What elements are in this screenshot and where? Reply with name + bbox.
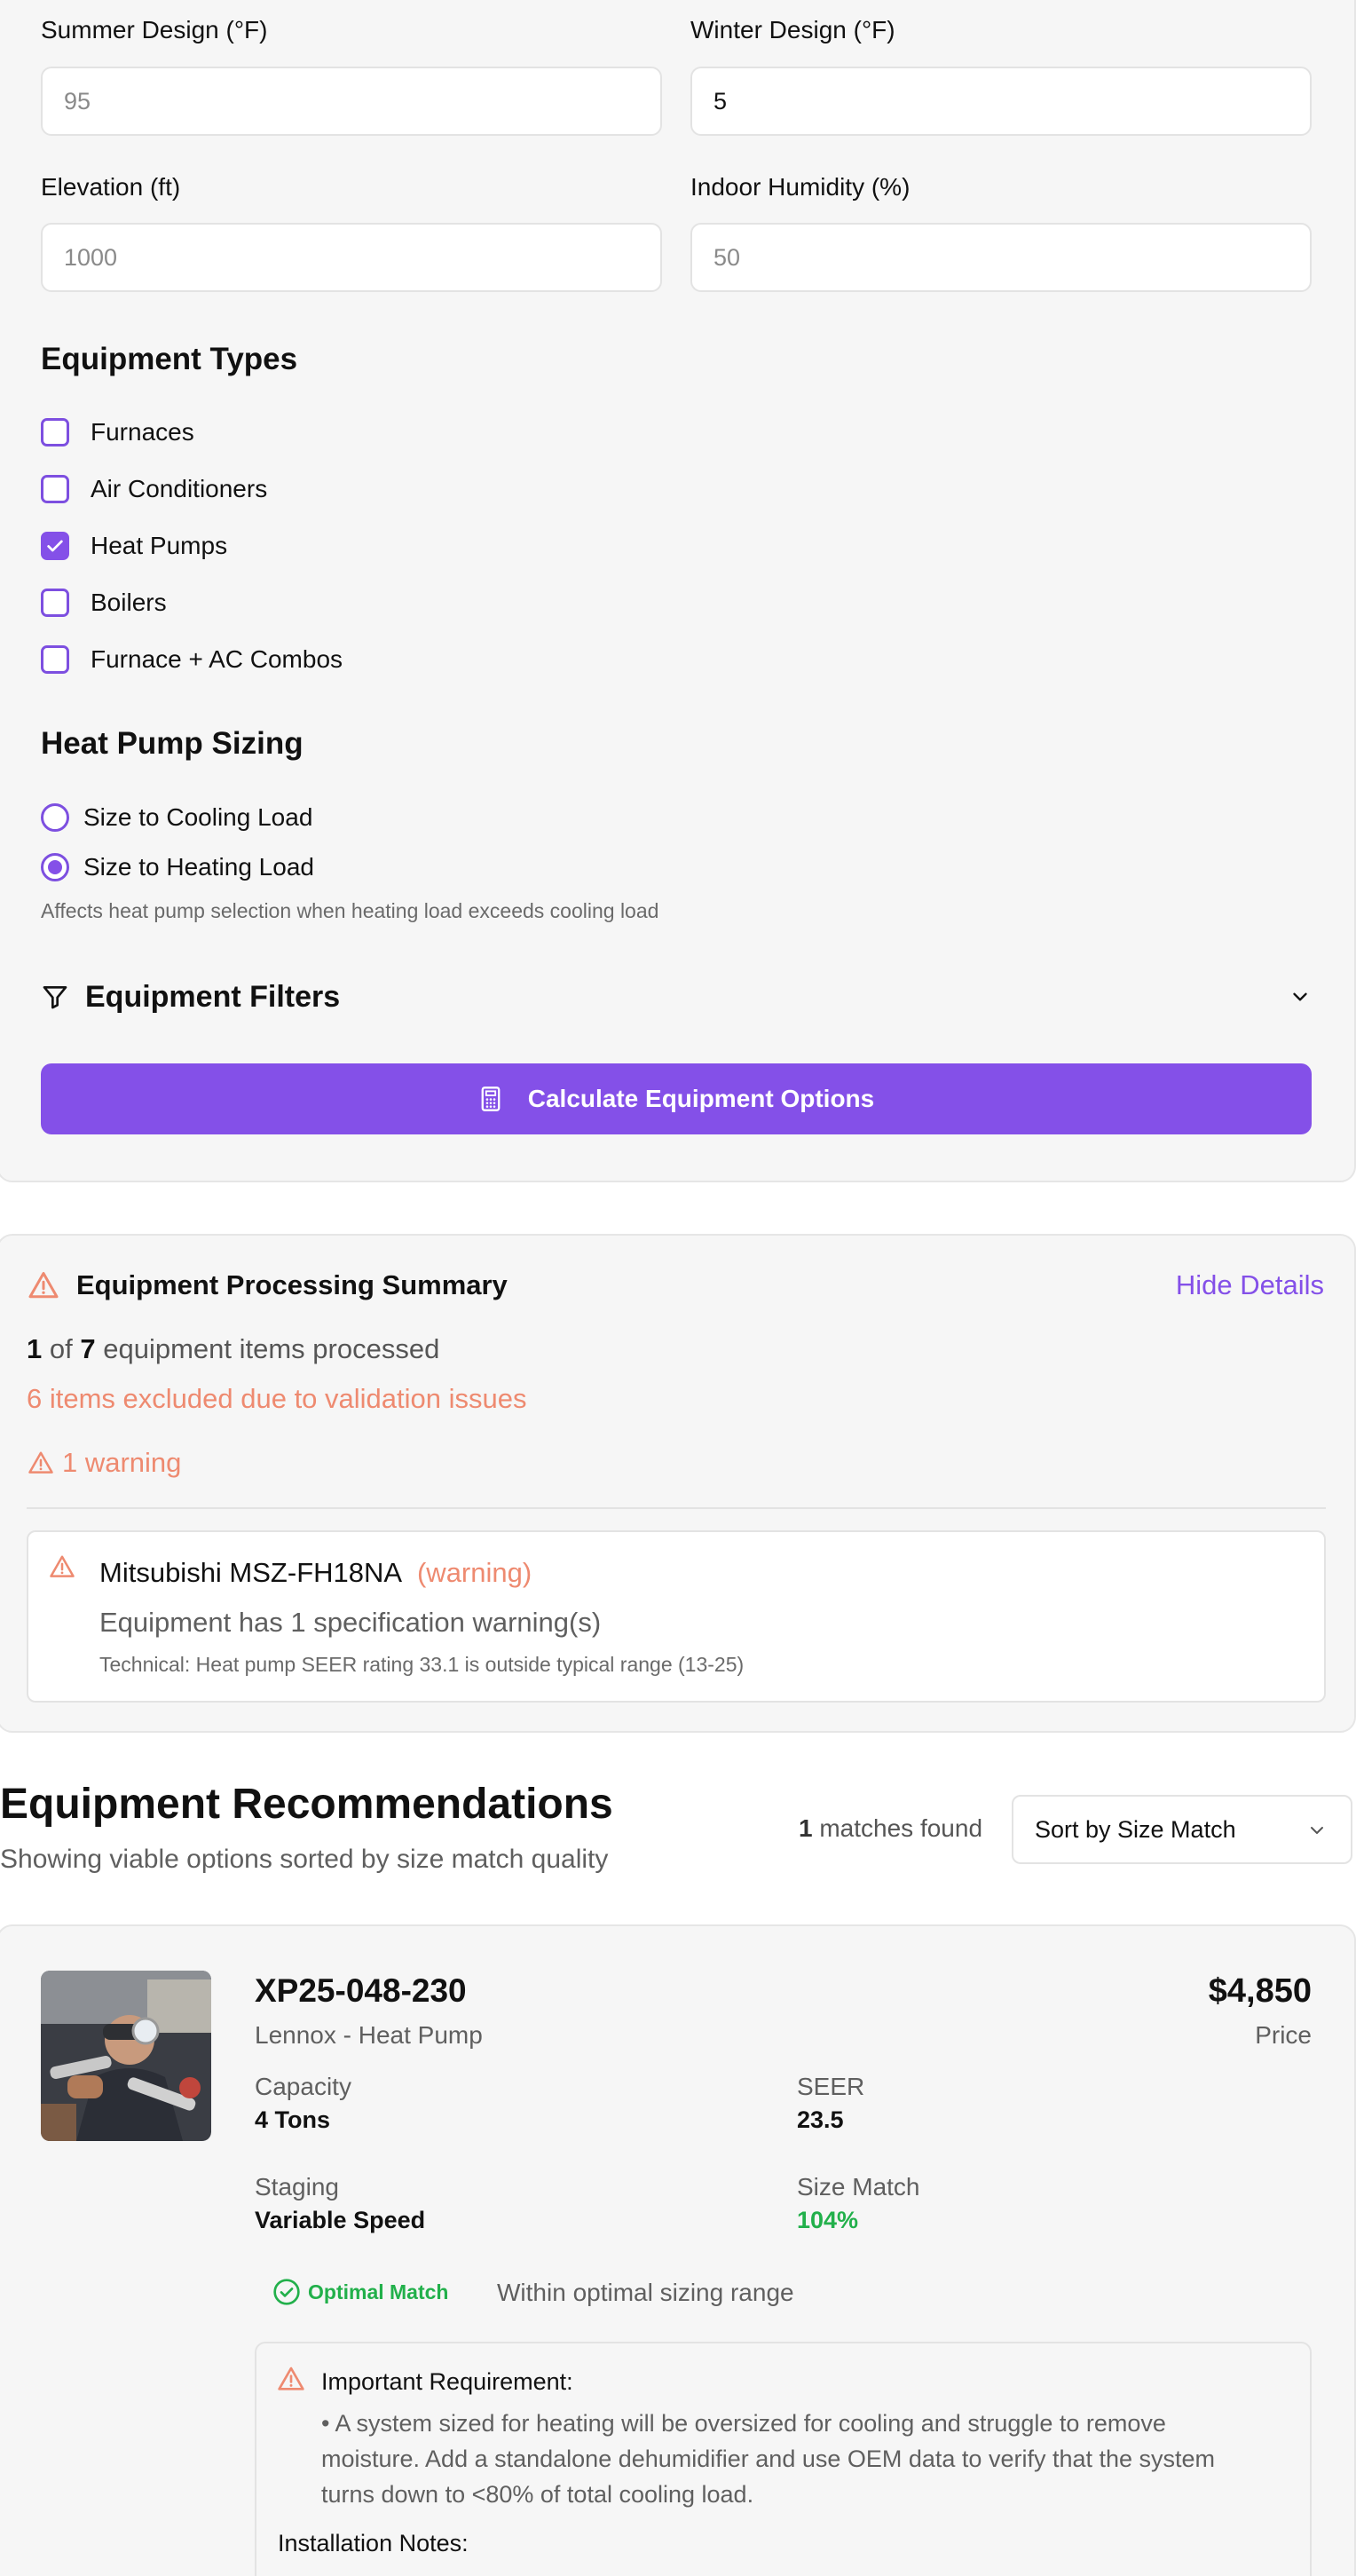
requirement-text: • A system sized for heating will be ove… — [321, 2410, 1216, 2508]
matches-label: matches found — [819, 1814, 983, 1842]
checkbox-furnace-ac-combos[interactable]: Furnace + AC Combos — [41, 642, 343, 677]
product-brand-type: Lennox - Heat Pump — [255, 2021, 483, 2049]
size-match-value: 104% — [797, 2207, 859, 2233]
installation-notes-title: Installation Notes: — [278, 2530, 469, 2556]
warning-count-text: 1 warning — [62, 1447, 182, 1478]
product-price: $4,850 — [1208, 1972, 1312, 2010]
equipment-filters-title: Equipment Filters — [85, 979, 341, 1014]
filter-icon — [43, 986, 67, 1009]
calculator-icon — [481, 1087, 501, 1111]
checkbox-heat-pumps[interactable]: Heat Pumps — [41, 528, 227, 564]
optimal-match-label: Optimal Match — [308, 2280, 449, 2303]
calculate-equipment-button[interactable]: Calculate Equipment Options — [41, 1063, 1312, 1134]
excluded-items-text: 6 items excluded due to validation issue… — [27, 1383, 527, 1414]
matches-found: 1 matches found — [799, 1814, 982, 1843]
indoor-humidity-input[interactable]: 50 — [690, 223, 1312, 292]
winter-design-input[interactable]: 5 — [690, 67, 1312, 136]
processed-of: of — [49, 1333, 73, 1364]
calculate-button-label: Calculate Equipment Options — [527, 1085, 875, 1112]
staging-value: Variable Speed — [255, 2207, 426, 2233]
checkbox-label: Boilers — [91, 589, 167, 616]
check-icon — [47, 540, 63, 552]
checkbox-box[interactable] — [41, 475, 69, 503]
summer-design-label: Summer Design (°F) — [41, 16, 268, 43]
warning-item-tag: (warning) — [416, 1557, 532, 1588]
radio-label: Size to Heating Load — [83, 853, 314, 881]
check-circle-icon — [273, 2279, 300, 2305]
radio-size-to-heating[interactable]: Size to Heating Load — [41, 849, 314, 885]
summary-divider — [27, 1507, 1326, 1509]
size-match-label: Size Match — [797, 2173, 920, 2201]
checkbox-box[interactable] — [41, 418, 69, 446]
processed-count: 1 — [27, 1333, 43, 1364]
processed-line: 1 of 7 equipment items processed — [27, 1333, 439, 1365]
warning-triangle-icon — [28, 1451, 53, 1474]
optimal-match-description: Within optimal sizing range — [497, 2279, 794, 2306]
checkbox-boilers[interactable]: Boilers — [41, 585, 167, 620]
warning-triangle-icon — [278, 2367, 304, 2390]
warning-triangle-icon — [28, 1272, 59, 1299]
equipment-filters-toggle[interactable]: Equipment Filters — [41, 975, 1312, 1019]
checkbox-label: Air Conditioners — [91, 475, 268, 502]
checkbox-air-conditioners[interactable]: Air Conditioners — [41, 471, 267, 507]
requirement-title: Important Requirement: — [321, 2368, 573, 2395]
staging-label: Staging — [255, 2173, 339, 2201]
capacity-value: 4 Tons — [255, 2106, 331, 2133]
product-model: XP25-048-230 — [255, 1972, 467, 2009]
chevron-down-icon — [1311, 1827, 1323, 1834]
radio-size-to-cooling[interactable]: Size to Cooling Load — [41, 800, 312, 835]
optimal-match-badge: Optimal Match — [272, 2278, 448, 2306]
warning-triangle-icon — [50, 1555, 75, 1577]
warning-item-header: Mitsubishi MSZ-FH18NA (warning) — [99, 1557, 532, 1589]
matches-count: 1 — [799, 1814, 813, 1842]
recommendations-title: Equipment Recommendations — [0, 1781, 613, 1828]
checkbox-box[interactable] — [41, 589, 69, 617]
elevation-label: Elevation (ft) — [41, 173, 181, 201]
chevron-down-icon[interactable] — [1289, 985, 1312, 1008]
warning-item-detail: Technical: Heat pump SEER rating 33.1 is… — [99, 1653, 745, 1676]
indoor-humidity-label: Indoor Humidity (%) — [690, 173, 911, 201]
seer-value: 23.5 — [797, 2106, 844, 2133]
summary-title: Equipment Processing Summary — [76, 1269, 508, 1300]
capacity-label: Capacity — [255, 2073, 351, 2100]
sizing-hint: Affects heat pump selection when heating… — [41, 899, 659, 922]
equipment-types-heading: Equipment Types — [41, 342, 298, 376]
checkbox-furnaces[interactable]: Furnaces — [41, 415, 194, 450]
sort-select[interactable]: Sort by Size Match — [1012, 1795, 1352, 1864]
summer-design-input[interactable]: 95 — [41, 67, 662, 136]
seer-label: SEER — [797, 2073, 865, 2100]
total-count: 7 — [80, 1333, 96, 1364]
checkbox-label: Furnaces — [91, 418, 194, 446]
processed-suffix: equipment items processed — [103, 1333, 440, 1364]
sort-select-value: Sort by Size Match — [1035, 1815, 1236, 1843]
radio-button[interactable] — [41, 803, 69, 832]
radio-label: Size to Cooling Load — [83, 803, 313, 831]
warning-item-name: Mitsubishi MSZ-FH18NA — [99, 1557, 401, 1588]
elevation-input[interactable]: 1000 — [41, 223, 662, 292]
winter-design-label: Winter Design (°F) — [690, 16, 895, 43]
warning-count-row: 1 warning — [27, 1447, 181, 1479]
product-image — [41, 1971, 211, 2141]
checkbox-label: Furnace + AC Combos — [91, 645, 343, 673]
warning-item-message: Equipment has 1 specification warning(s) — [99, 1607, 602, 1638]
heat-pump-sizing-heading: Heat Pump Sizing — [41, 726, 304, 761]
recommendations-subtitle: Showing viable options sorted by size ma… — [0, 1845, 609, 1874]
radio-button-selected[interactable] — [41, 853, 69, 881]
checkbox-box-checked[interactable] — [41, 532, 69, 560]
product-price-label: Price — [1255, 2021, 1312, 2049]
hide-details-link[interactable]: Hide Details — [1176, 1269, 1324, 1301]
checkbox-label: Heat Pumps — [91, 532, 228, 559]
checkbox-box[interactable] — [41, 645, 69, 674]
